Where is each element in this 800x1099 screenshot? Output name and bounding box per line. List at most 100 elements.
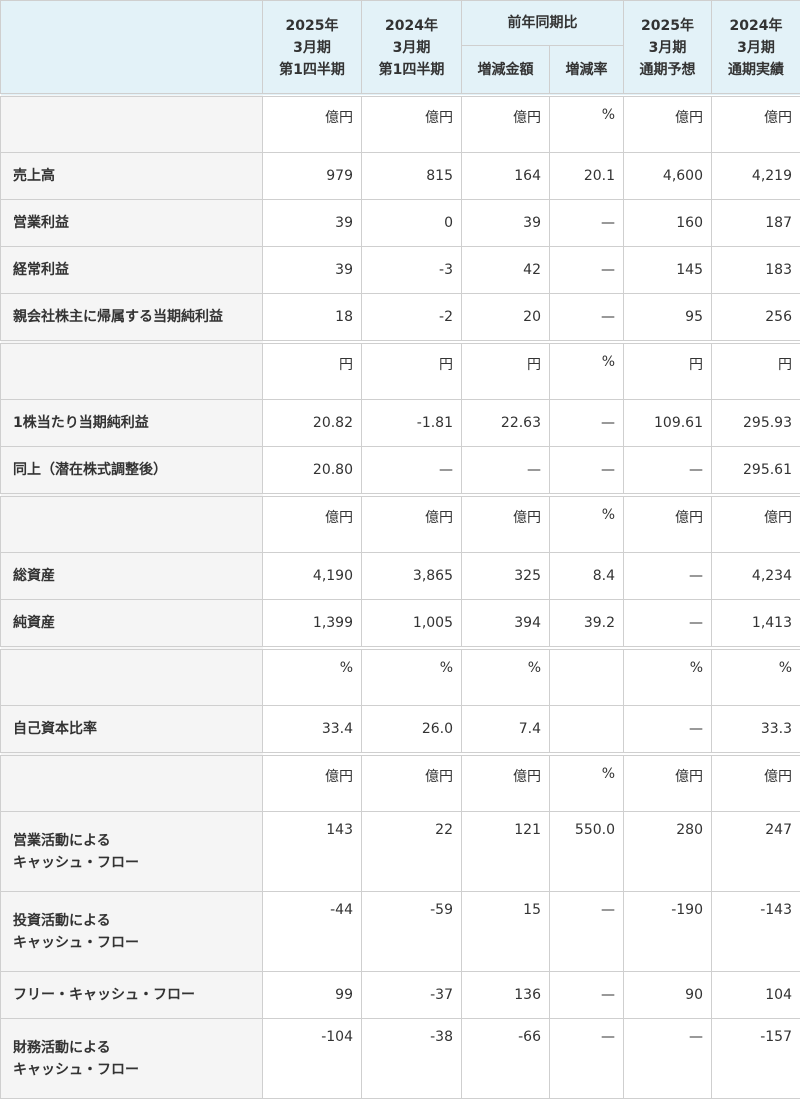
unit-row: %%%%% [1, 648, 800, 706]
value-cell: 39 [263, 247, 362, 294]
value-cell [550, 706, 624, 755]
row-label: 経常利益 [1, 247, 263, 294]
value-cell: 394 [462, 600, 550, 649]
value-cell: — [550, 892, 624, 972]
row-label-line: キャッシュ・フロー [13, 855, 139, 871]
value-cell: 109.61 [624, 400, 712, 447]
value-cell: 1,005 [362, 600, 462, 649]
value-cell: 183 [712, 247, 800, 294]
value-cell: 4,234 [712, 553, 800, 600]
unit-row-label [1, 95, 263, 153]
unit-cell: % [362, 648, 462, 706]
value-cell: 18 [263, 294, 362, 343]
unit-cell: 億円 [362, 754, 462, 812]
unit-cell: 円 [712, 342, 800, 400]
value-cell: 22 [362, 812, 462, 892]
header-col-2025-forecast: 2025年 3月期 通期予想 [624, 1, 712, 96]
header-col-2025-forecast-line3: 通期予想 [640, 62, 696, 78]
value-cell: — [550, 294, 624, 343]
value-cell: -3 [362, 247, 462, 294]
value-cell: — [624, 553, 712, 600]
header-col-2025q1-line2: 3月期 [293, 40, 331, 56]
value-cell: -66 [462, 1019, 550, 1099]
value-cell: 95 [624, 294, 712, 343]
value-cell: -190 [624, 892, 712, 972]
unit-cell: 億円 [712, 495, 800, 553]
unit-row-label [1, 495, 263, 553]
value-cell: — [624, 706, 712, 755]
value-cell: — [550, 447, 624, 496]
table-row: 売上高97981516420.14,6004,219 [1, 153, 800, 200]
value-cell: 4,219 [712, 153, 800, 200]
value-cell: 295.93 [712, 400, 800, 447]
value-cell: 22.63 [462, 400, 550, 447]
value-cell: 145 [624, 247, 712, 294]
row-label: 営業活動によるキャッシュ・フロー [1, 812, 263, 892]
value-cell: — [550, 200, 624, 247]
value-cell: 550.0 [550, 812, 624, 892]
value-cell: 0 [362, 200, 462, 247]
row-label: 同上（潜在株式調整後） [1, 447, 263, 496]
value-cell: — [362, 447, 462, 496]
value-cell: 8.4 [550, 553, 624, 600]
value-cell: -104 [263, 1019, 362, 1099]
row-label: 1株当たり当期純利益 [1, 400, 263, 447]
unit-cell: 億円 [712, 95, 800, 153]
header-col-2025-forecast-line1: 2025年 [641, 18, 694, 34]
unit-cell: 円 [624, 342, 712, 400]
header-col-2024q1-line1: 2024年 [385, 18, 438, 34]
header-col-2024q1-line3: 第1四半期 [379, 62, 445, 78]
value-cell: 4,600 [624, 153, 712, 200]
value-cell: 1,413 [712, 600, 800, 649]
value-cell: 90 [624, 972, 712, 1019]
unit-cell: 億円 [362, 495, 462, 553]
unit-cell: 円 [263, 342, 362, 400]
row-label-line: キャッシュ・フロー [13, 1062, 139, 1078]
unit-cell: % [550, 342, 624, 400]
value-cell: -38 [362, 1019, 462, 1099]
header-col-2025q1-line3: 第1四半期 [279, 62, 345, 78]
header-col-2024-actual-line1: 2024年 [730, 18, 783, 34]
unit-cell: 億円 [263, 95, 362, 153]
header-col-2024-actual-line2: 3月期 [737, 40, 775, 56]
unit-cell: 億円 [462, 495, 550, 553]
unit-cell: 億円 [362, 95, 462, 153]
row-label-line: 財務活動による [13, 1040, 111, 1056]
unit-cell: % [550, 495, 624, 553]
header-col-2024-actual-line3: 通期実績 [728, 62, 784, 78]
unit-cell: % [550, 95, 624, 153]
value-cell: — [624, 447, 712, 496]
header-col-2024q1: 2024年 3月期 第1四半期 [362, 1, 462, 96]
value-cell: 136 [462, 972, 550, 1019]
value-cell: -37 [362, 972, 462, 1019]
header-col-2024-actual: 2024年 3月期 通期実績 [712, 1, 800, 96]
value-cell: 187 [712, 200, 800, 247]
table-row: 投資活動によるキャッシュ・フロー-44-5915—-190-143 [1, 892, 800, 972]
value-cell: 280 [624, 812, 712, 892]
value-cell: 979 [263, 153, 362, 200]
table-body: 億円億円億円%億円億円売上高97981516420.14,6004,219営業利… [1, 95, 800, 1099]
value-cell: -44 [263, 892, 362, 972]
unit-cell: 億円 [462, 95, 550, 153]
row-label: 総資産 [1, 553, 263, 600]
value-cell: 160 [624, 200, 712, 247]
unit-cell: % [550, 754, 624, 812]
unit-cell: 円 [462, 342, 550, 400]
row-label: 売上高 [1, 153, 263, 200]
value-cell: 325 [462, 553, 550, 600]
table-row: 営業活動によるキャッシュ・フロー14322121550.0280247 [1, 812, 800, 892]
row-label-line: キャッシュ・フロー [13, 935, 139, 951]
row-label-line: 営業活動による [13, 833, 111, 849]
header-col-2025q1-line1: 2025年 [286, 18, 339, 34]
value-cell: — [550, 247, 624, 294]
value-cell: -2 [362, 294, 462, 343]
value-cell: -1.81 [362, 400, 462, 447]
unit-cell: % [462, 648, 550, 706]
value-cell: -143 [712, 892, 800, 972]
value-cell: 143 [263, 812, 362, 892]
header-col-2025q1: 2025年 3月期 第1四半期 [263, 1, 362, 96]
value-cell: 42 [462, 247, 550, 294]
value-cell: 3,865 [362, 553, 462, 600]
value-cell: 256 [712, 294, 800, 343]
table-row: 経常利益39-342—145183 [1, 247, 800, 294]
